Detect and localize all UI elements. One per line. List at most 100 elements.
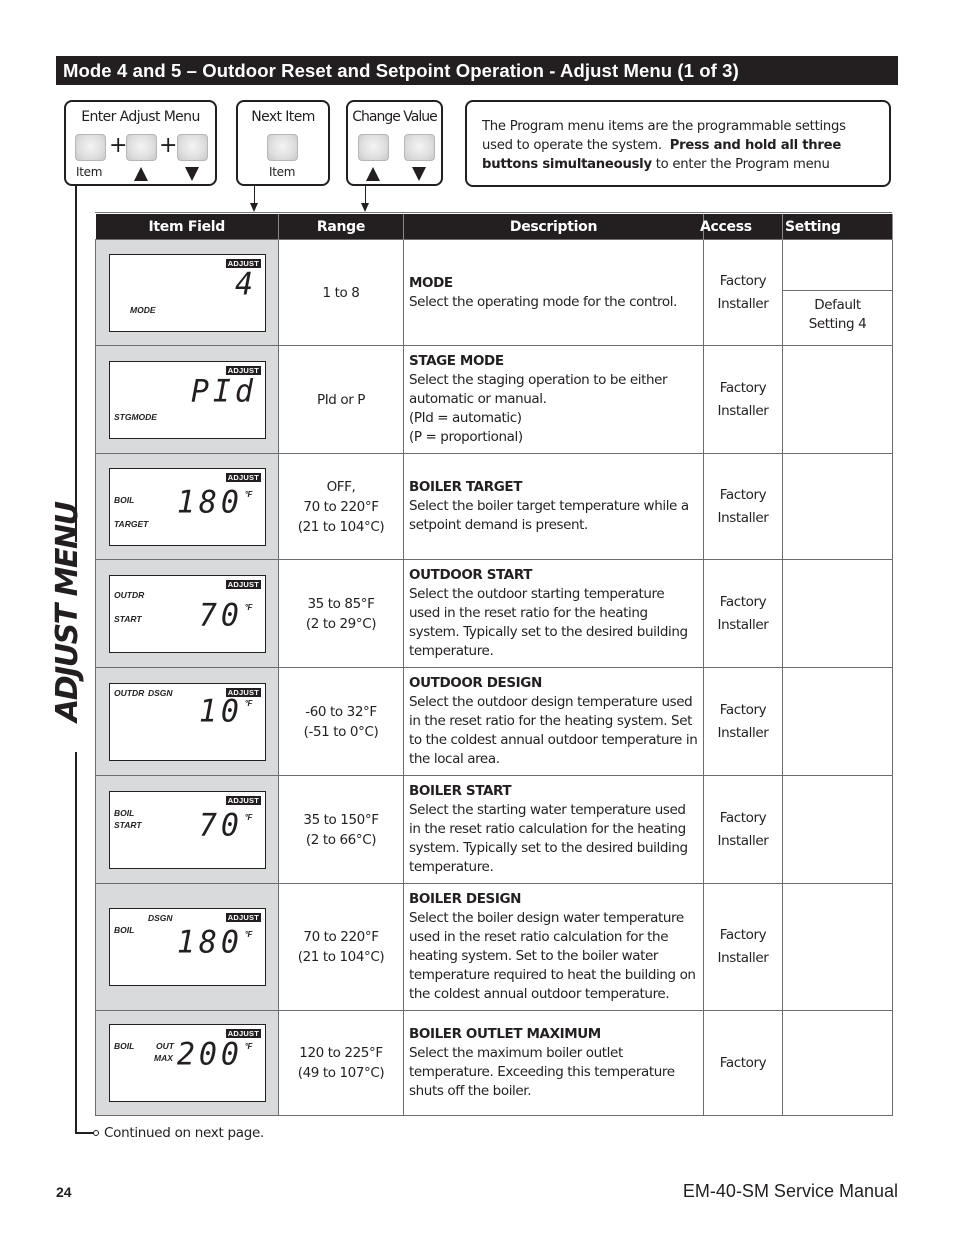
access-level: Factory	[719, 1054, 767, 1071]
access-level: Installer	[717, 616, 769, 633]
lcd-value: PId	[190, 372, 257, 410]
description-text: Select the starting water temperature us…	[409, 802, 688, 875]
lcd-label: DSGN	[148, 913, 173, 923]
item-field-cell: ADJUST MODE 4	[95, 239, 279, 346]
lcd-label: OUTDR	[114, 687, 145, 698]
range-line: (-51 to 0°C)	[303, 723, 379, 740]
range-line: 1 to 8	[322, 284, 360, 301]
setting-cell[interactable]	[782, 775, 893, 884]
description-text: Select the boiler design water temperatu…	[409, 910, 696, 1002]
lcd-unit: °F	[244, 489, 253, 499]
lcd-unit: °F	[244, 930, 253, 939]
lcd-label: TARGET	[114, 518, 149, 529]
flow-line	[75, 1132, 94, 1134]
continuation-dot-icon	[93, 1130, 99, 1136]
flow-line	[75, 186, 77, 542]
item-title: OUTDOOR START	[409, 567, 533, 583]
lcd-display: ADJUST MODE 4	[109, 253, 266, 332]
access-cell: Factory Installer	[703, 775, 783, 884]
access-level: Installer	[717, 295, 769, 312]
setting-entry-blank[interactable]	[783, 240, 892, 291]
lcd-display: ADJUST OUTDR DSGN 10 °F	[109, 682, 266, 761]
access-cell: Factory Installer	[703, 667, 783, 776]
range-line: (21 to 104°C)	[297, 518, 385, 535]
access-level: Factory	[719, 593, 767, 610]
access-level: Factory	[719, 379, 767, 396]
description-cell: OUTDOOR DESIGN Select the outdoor design …	[403, 667, 704, 776]
lcd-value: 180	[176, 924, 243, 961]
range-line: (21 to 104°C)	[297, 949, 385, 965]
setting-cell[interactable]: Default Setting 4	[782, 239, 893, 346]
access-level: Installer	[717, 509, 769, 526]
lcd-value: 70	[198, 806, 243, 844]
range-cell: 35 to 150°F (2 to 66°C)	[278, 775, 404, 884]
lcd-label: DSGN	[148, 687, 173, 698]
next-item-panel: Next Item Item	[236, 100, 330, 186]
description-cell: MODE Select the operating mode for the co…	[403, 239, 704, 346]
lcd-value: 4	[234, 265, 257, 303]
adjust-badge: ADJUST	[225, 795, 261, 805]
setting-cell[interactable]	[782, 559, 893, 668]
setting-cell[interactable]	[782, 883, 893, 1011]
access-level: Factory	[719, 701, 767, 718]
lcd-label: START	[114, 613, 142, 624]
lcd-display: ADJUST OUTDR START 70 °F	[109, 574, 266, 653]
header-range: Range	[278, 214, 404, 240]
setting-cell[interactable]	[782, 453, 893, 560]
header-setting: Setting	[782, 214, 893, 240]
item-field-cell: ADJUST OUTDR START 70 °F	[95, 559, 279, 668]
setting-cell[interactable]	[782, 667, 893, 776]
lcd-value: 70	[198, 596, 243, 634]
range-line: 70 to 220°F	[303, 498, 379, 515]
lcd-label: STGMODE	[114, 411, 157, 422]
range-line: (49 to 107°C)	[297, 1065, 385, 1081]
description-cell: OUTDOOR START Select the outdoor starting…	[403, 559, 704, 668]
description-text: Select the outdoor design temperature us…	[409, 694, 698, 767]
lcd-label: OUTDR	[114, 589, 145, 600]
table-row: ADJUST BOIL START 70 °F 35 to 150°F (2 to 66°C…	[95, 775, 893, 884]
table-row: ADJUST MODE 4 1 to 8 MODE Select the operatin…	[95, 239, 893, 346]
range-cell: 35 to 85°F (2 to 29°C)	[278, 559, 404, 668]
setting-cell[interactable]	[782, 345, 893, 454]
range-line: OFF,	[326, 478, 356, 495]
item-field-cell: ADJUST BOIL OUT MAX 200 °F	[95, 1010, 279, 1116]
table-row: ADJUST STGMODE PId PId or P STAGE MODE Select…	[95, 345, 893, 454]
up-button[interactable]	[126, 134, 157, 161]
setting-cell[interactable]	[782, 1010, 893, 1116]
adjust-menu-table: Item Field Range Description Access Sett…	[95, 214, 893, 1116]
up-button[interactable]	[358, 134, 389, 161]
item-title: MODE	[409, 274, 453, 291]
item-title: BOILER START	[409, 783, 512, 799]
access-level: Factory	[719, 486, 767, 503]
lcd-value: 10	[198, 692, 243, 730]
page-number: 24	[56, 1184, 72, 1200]
down-pointer-icon	[250, 203, 258, 212]
item-field-cell: ADJUST BOIL DSGN 180 °F	[95, 883, 279, 1011]
down-button[interactable]	[177, 134, 208, 161]
item-button[interactable]	[267, 134, 298, 161]
range-line: PId or P	[316, 391, 366, 408]
item-title: OUTDOOR DESIGN	[409, 675, 542, 691]
lcd-display: ADJUST BOIL START 70 °F	[109, 790, 266, 869]
down-button[interactable]	[404, 134, 435, 161]
description-text: Select the outdoor starting temperature …	[409, 586, 688, 659]
item-field-cell: ADJUST STGMODE PId	[95, 345, 279, 454]
item-button[interactable]	[75, 134, 106, 161]
table-header-row: Item Field Range Description Access Sett…	[95, 214, 893, 240]
adjust-badge: ADJUST	[225, 579, 261, 589]
adjust-badge: ADJUST	[225, 913, 261, 922]
lcd-display: ADJUST BOIL DSGN 180 °F	[109, 908, 266, 986]
page-section-title: Mode 4 and 5 – Outdoor Reset and Setpoin…	[56, 56, 898, 85]
item-button-label: Item	[76, 165, 103, 179]
item-title: BOILER TARGET	[409, 479, 523, 495]
table-row: ADJUST BOIL TARGET 180 °F OFF, 70 to 220°F (21 …	[95, 453, 893, 560]
access-level: Installer	[717, 724, 769, 741]
lcd-unit: °F	[244, 602, 253, 612]
info-text-end: to enter the Program menu	[655, 157, 830, 172]
description-cell: BOILER DESIGN Select the boiler design wa…	[403, 883, 704, 1011]
down-arrow-icon	[412, 167, 426, 181]
description-text: Select the operating mode for the contro…	[409, 293, 677, 310]
access-cell: Factory Installer	[703, 345, 783, 454]
item-title: STAGE MODE	[409, 353, 504, 369]
up-arrow-icon	[366, 167, 380, 181]
